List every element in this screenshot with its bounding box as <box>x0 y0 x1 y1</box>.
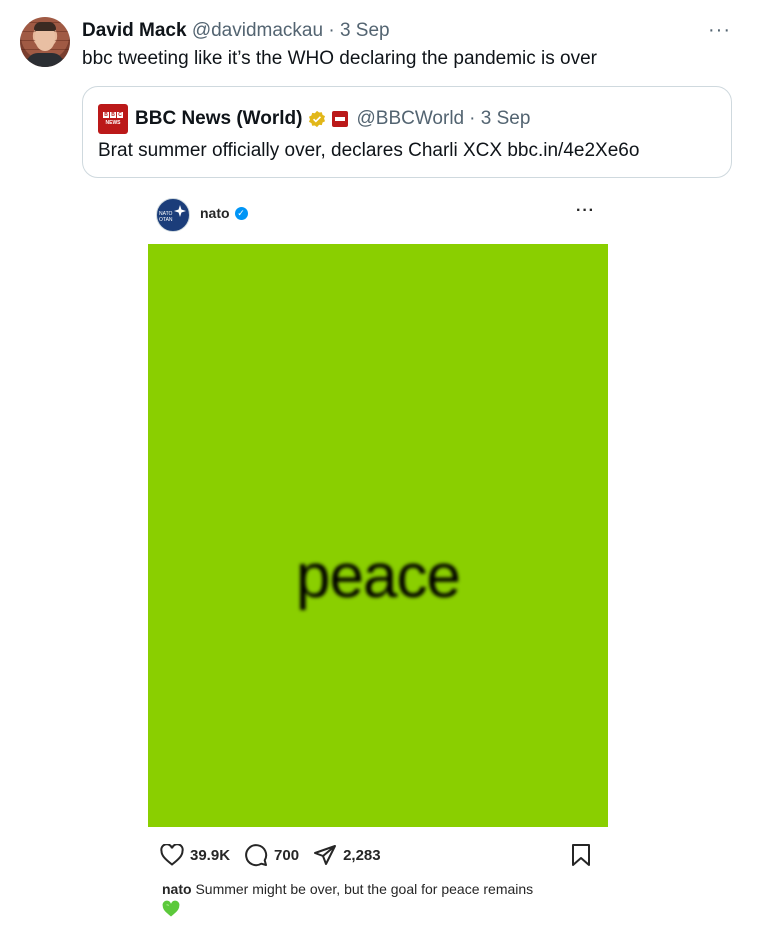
quoted-author-name[interactable]: BBC News (World) <box>135 107 302 131</box>
share-count: 2,283 <box>343 846 381 864</box>
quoted-tweet-date[interactable]: · 3 Sep <box>469 107 530 131</box>
quoted-author-handle[interactable]: @BBCWorld <box>356 107 464 131</box>
comment-count: 700 <box>274 846 300 864</box>
comment-icon <box>245 844 268 867</box>
heart-icon <box>160 844 184 866</box>
ig-post-image: peace <box>148 244 608 827</box>
author-name[interactable]: David Mack <box>82 20 187 41</box>
quoted-tweet-header: BBC News (World) @BBCWorld · 3 Sep <box>135 107 530 131</box>
verified-check-icon: ✓ <box>234 206 248 220</box>
ig-action-bar: 39.9K 700 2,283 <box>160 843 395 867</box>
like-count: 39.9K <box>190 846 231 864</box>
ig-username: nato ✓ <box>200 205 248 221</box>
gold-verified-badge-icon <box>309 110 326 128</box>
nato-avatar: NATO OTAN <box>156 198 190 232</box>
tweet-text: bbc tweeting like it’s the WHO declaring… <box>82 48 598 69</box>
share-icon <box>314 845 337 865</box>
caption-text: Summer might be over, but the goal for p… <box>191 881 534 897</box>
bookmark-icon <box>572 844 590 866</box>
ig-username-label: nato <box>200 205 230 221</box>
author-handle[interactable]: @davidmackau <box>192 20 323 41</box>
ig-more-icon: ··· <box>576 202 595 219</box>
caption-username: nato <box>162 881 192 897</box>
bbc-affiliate-badge-icon <box>332 111 349 127</box>
more-options-icon[interactable]: ··· <box>708 19 731 42</box>
ig-caption: nato Summer might be over, but the goal … <box>162 880 602 922</box>
tweet-date[interactable]: · 3 Sep <box>328 20 389 41</box>
quoted-tweet[interactable]: BBC NEWS BBC News (World) @BBCWorld · 3 … <box>82 86 732 178</box>
bbc-avatar[interactable]: BBC NEWS <box>98 104 128 134</box>
quoted-tweet-text: Brat summer officially over, declares Ch… <box>98 140 640 161</box>
image-text: peace <box>296 542 461 611</box>
green-heart-icon <box>162 900 180 917</box>
tweet-header: David Mack @davidmackau · 3 Sep <box>82 19 390 43</box>
instagram-post-screenshot[interactable]: NATO OTAN nato ✓ ··· peace 39.9K 700 2,28… <box>148 188 608 922</box>
author-avatar[interactable] <box>20 17 70 67</box>
